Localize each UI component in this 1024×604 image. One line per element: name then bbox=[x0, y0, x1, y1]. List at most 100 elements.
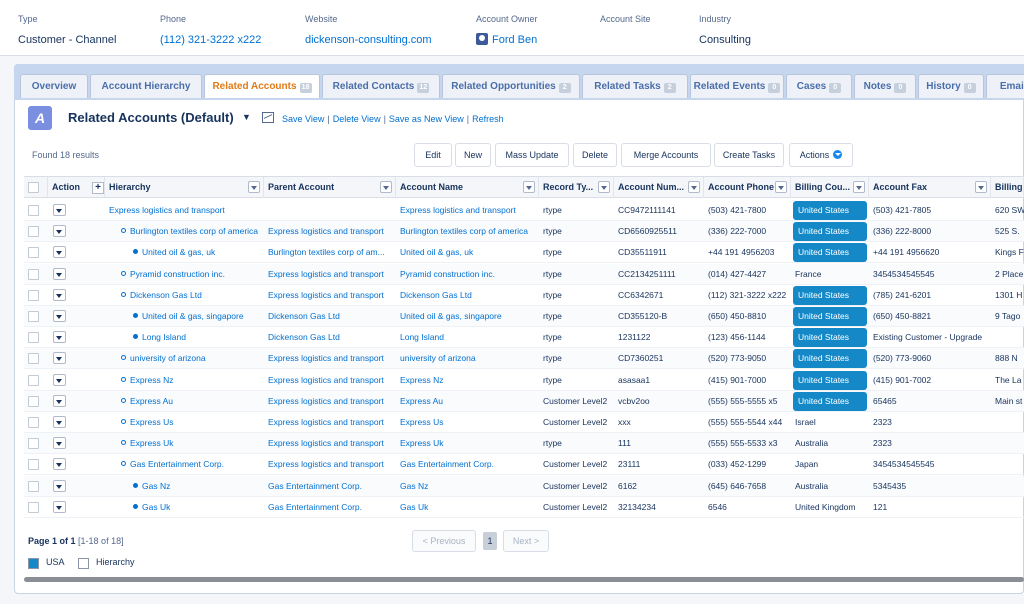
horizontal-scrollbar[interactable] bbox=[24, 577, 1024, 582]
hierarchy-label[interactable]: Long Island bbox=[142, 332, 186, 342]
column-menu-icon[interactable] bbox=[853, 181, 865, 193]
hierarchy-label[interactable]: Pyramid construction inc. bbox=[130, 269, 225, 279]
account-name-cell[interactable]: Pyramid construction inc. bbox=[396, 264, 539, 285]
column-header-billing[interactable]: Billing bbox=[991, 177, 1024, 198]
column-header-parent-account[interactable]: Parent Account bbox=[264, 177, 396, 198]
row-action-menu[interactable] bbox=[53, 500, 66, 513]
parent-account-cell[interactable]: Express logistics and transport bbox=[264, 264, 396, 285]
hierarchy-label[interactable]: Express Uk bbox=[130, 438, 173, 448]
row-action-menu[interactable] bbox=[53, 458, 66, 471]
hierarchy-cell[interactable]: Express Us bbox=[105, 412, 264, 433]
hierarchy-label[interactable]: Burlington textiles corp of america bbox=[130, 226, 258, 236]
account-name-cell[interactable]: Express Au bbox=[396, 391, 539, 412]
account-name-cell[interactable]: Long Island bbox=[396, 327, 539, 348]
tab-related-accounts[interactable]: Related Accounts 18 bbox=[204, 74, 320, 98]
tab-related-contacts[interactable]: Related Contacts 12 bbox=[322, 74, 440, 98]
tab-cases[interactable]: Cases 0 bbox=[786, 74, 852, 98]
row-checkbox[interactable] bbox=[28, 268, 39, 280]
row-action-menu[interactable] bbox=[53, 204, 66, 216]
tab-emails[interactable]: Emails bbox=[986, 74, 1024, 98]
hierarchy-label[interactable]: Express Us bbox=[130, 417, 173, 427]
tab-overview[interactable]: Overview bbox=[20, 74, 88, 98]
hierarchy-cell[interactable]: United oil & gas, singapore bbox=[105, 306, 264, 327]
account-name-cell[interactable]: Gas Nz bbox=[396, 476, 539, 497]
row-checkbox[interactable] bbox=[28, 374, 39, 386]
parent-account-cell[interactable]: Express logistics and transport bbox=[264, 221, 396, 242]
tab-related-opportunities[interactable]: Related Opportunities 2 bbox=[442, 74, 580, 98]
row-action-menu[interactable] bbox=[53, 416, 66, 428]
parent-account-cell[interactable] bbox=[264, 200, 396, 221]
account-name-cell[interactable]: Express logistics and transport bbox=[396, 200, 539, 221]
tab-notes[interactable]: Notes 0 bbox=[854, 74, 916, 98]
account-name-cell[interactable]: Dickenson Gas Ltd bbox=[396, 285, 539, 306]
row-action-menu[interactable] bbox=[53, 373, 66, 386]
row-checkbox[interactable] bbox=[28, 480, 39, 492]
hierarchy-cell[interactable]: United oil & gas, uk bbox=[105, 242, 264, 263]
tab-history[interactable]: History 0 bbox=[918, 74, 984, 98]
parent-account-cell[interactable]: Dickenson Gas Ltd bbox=[264, 327, 396, 348]
account-name-cell[interactable]: Express Us bbox=[396, 412, 539, 433]
column-menu-icon[interactable] bbox=[975, 181, 987, 193]
column-header-account-phone[interactable]: Account Phone bbox=[704, 177, 791, 198]
account-name-cell[interactable]: university of arizona bbox=[396, 348, 539, 369]
actions-button[interactable]: Actions bbox=[789, 143, 853, 167]
row-action-menu[interactable] bbox=[53, 331, 66, 344]
account-name-cell[interactable]: United oil & gas, uk bbox=[396, 242, 539, 263]
mass-update-button[interactable]: Mass Update bbox=[495, 143, 569, 167]
hierarchy-label[interactable]: Gas Nz bbox=[142, 481, 170, 491]
hierarchy-cell[interactable]: Gas Uk bbox=[105, 497, 264, 518]
parent-account-cell[interactable]: Express logistics and transport bbox=[264, 454, 396, 475]
merge-accounts-button[interactable]: Merge Accounts bbox=[621, 143, 711, 167]
row-action-menu[interactable] bbox=[53, 394, 66, 407]
select-all-checkbox[interactable] bbox=[28, 182, 39, 193]
link-save-view[interactable]: Save View bbox=[282, 114, 324, 124]
account-name-cell[interactable]: Gas Entertainment Corp. bbox=[396, 454, 539, 475]
create-tasks-button[interactable]: Create Tasks bbox=[714, 143, 784, 167]
link-delete-view[interactable]: Delete View bbox=[333, 114, 381, 124]
new-button[interactable]: New bbox=[455, 143, 491, 167]
row-checkbox[interactable] bbox=[28, 501, 39, 513]
parent-account-cell[interactable]: Gas Entertainment Corp. bbox=[264, 497, 396, 518]
hierarchy-label[interactable]: Express logistics and transport bbox=[109, 205, 225, 215]
hierarchy-label[interactable]: Express Au bbox=[130, 396, 173, 406]
row-action-menu[interactable] bbox=[53, 288, 66, 301]
expand-all-icon[interactable]: + bbox=[92, 182, 104, 194]
row-checkbox[interactable] bbox=[28, 289, 39, 301]
row-checkbox[interactable] bbox=[28, 311, 39, 322]
row-action-menu[interactable] bbox=[53, 225, 66, 238]
list-view-title[interactable]: Related Accounts (Default) bbox=[68, 110, 234, 125]
link-refresh[interactable]: Refresh bbox=[472, 114, 504, 124]
hierarchy-cell[interactable]: Gas Entertainment Corp. bbox=[105, 454, 264, 475]
parent-account-cell[interactable]: Express logistics and transport bbox=[264, 348, 396, 369]
hierarchy-label[interactable]: Express Nz bbox=[130, 375, 173, 385]
hierarchy-label[interactable]: Gas Entertainment Corp. bbox=[130, 459, 224, 469]
row-checkbox[interactable] bbox=[28, 417, 39, 428]
row-checkbox[interactable] bbox=[28, 459, 39, 471]
column-menu-icon[interactable] bbox=[523, 181, 535, 193]
hierarchy-label[interactable]: United oil & gas, uk bbox=[142, 247, 215, 257]
column-menu-icon[interactable] bbox=[248, 181, 260, 193]
row-action-menu[interactable] bbox=[53, 246, 66, 259]
column-header-billing-cou-[interactable]: Billing Cou... bbox=[791, 177, 869, 198]
column-menu-icon[interactable] bbox=[598, 181, 610, 193]
hierarchy-cell[interactable]: Express Au bbox=[105, 391, 264, 412]
parent-account-cell[interactable]: Express logistics and transport bbox=[264, 412, 396, 433]
row-checkbox[interactable] bbox=[28, 247, 39, 259]
hierarchy-label[interactable]: university of arizona bbox=[130, 353, 206, 363]
header-field-value[interactable]: Ford Ben bbox=[476, 33, 537, 46]
header-field-value[interactable]: (112) 321-3222 x222 bbox=[160, 34, 261, 46]
tab-account-hierarchy[interactable]: Account Hierarchy bbox=[90, 74, 202, 98]
hierarchy-cell[interactable]: Express logistics and transport bbox=[105, 200, 264, 221]
next-page-button[interactable]: Next > bbox=[503, 530, 549, 552]
parent-account-cell[interactable]: Express logistics and transport bbox=[264, 285, 396, 306]
header-field-value[interactable]: dickenson-consulting.com bbox=[305, 34, 432, 46]
row-checkbox[interactable] bbox=[28, 332, 39, 344]
hierarchy-cell[interactable]: Pyramid construction inc. bbox=[105, 264, 264, 285]
hierarchy-cell[interactable]: Burlington textiles corp of america bbox=[105, 221, 264, 242]
column-header-account-fax[interactable]: Account Fax bbox=[869, 177, 991, 198]
account-name-cell[interactable]: Express Uk bbox=[396, 433, 539, 454]
hierarchy-cell[interactable]: Gas Nz bbox=[105, 476, 264, 497]
tab-related-tasks[interactable]: Related Tasks 2 bbox=[582, 74, 688, 98]
row-action-menu[interactable] bbox=[53, 437, 66, 450]
column-menu-icon[interactable] bbox=[775, 181, 787, 193]
